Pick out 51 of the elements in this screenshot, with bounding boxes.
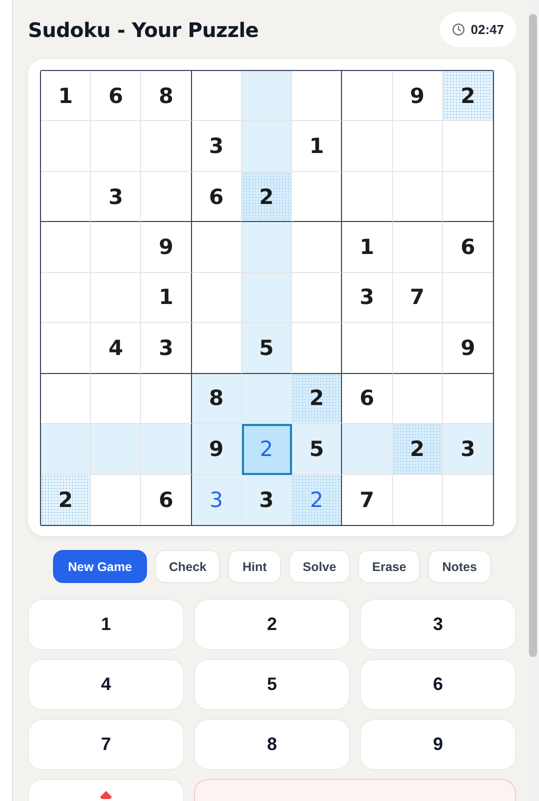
number-key[interactable]: 2: [194, 599, 350, 650]
number-key[interactable]: 3: [360, 599, 516, 650]
sudoku-cell[interactable]: 8: [141, 71, 192, 122]
action-button[interactable]: Solve: [288, 550, 350, 583]
number-key[interactable]: 6: [360, 659, 516, 710]
sudoku-cell[interactable]: 6: [91, 71, 142, 122]
number-key[interactable]: 9: [360, 719, 516, 770]
sudoku-cell[interactable]: 2: [292, 474, 342, 525]
sudoku-cell[interactable]: 3: [91, 172, 142, 222]
sudoku-cell[interactable]: 2: [442, 71, 493, 122]
sudoku-cell[interactable]: 9: [392, 71, 443, 122]
sudoku-cell[interactable]: 4: [91, 323, 142, 374]
new-game-button[interactable]: New Game: [53, 550, 147, 583]
sudoku-cell[interactable]: 5: [242, 323, 292, 374]
sudoku-cell[interactable]: 3: [192, 121, 242, 172]
sudoku-cell[interactable]: 3: [141, 323, 192, 374]
clock-icon: [452, 23, 465, 36]
sudoku-cell[interactable]: 7: [392, 272, 443, 324]
sudoku-cell[interactable]: 2: [292, 374, 342, 424]
sudoku-cell[interactable]: 9: [141, 222, 192, 273]
sudoku-cell[interactable]: 7: [342, 474, 393, 525]
number-key[interactable]: 1: [28, 599, 184, 650]
sudoku-cell[interactable]: 1: [292, 121, 342, 172]
number-key[interactable]: 7: [28, 719, 184, 770]
sudoku-cell[interactable]: 2: [41, 474, 92, 525]
sudoku-cell[interactable]: 3: [442, 424, 493, 475]
scrollbar-thumb[interactable]: [529, 14, 537, 657]
number-key[interactable]: 4: [28, 659, 184, 710]
sudoku-cell[interactable]: 3: [242, 474, 292, 525]
sudoku-cell[interactable]: 9: [192, 424, 242, 475]
timer-badge: 02:47: [440, 12, 516, 47]
sudoku-cell[interactable]: 6: [342, 374, 393, 424]
sudoku-cell[interactable]: 2: [392, 424, 443, 475]
action-button[interactable]: Check: [154, 550, 220, 583]
sudoku-cell[interactable]: 3: [192, 474, 242, 525]
sudoku-cell[interactable]: 1: [342, 222, 393, 273]
action-button[interactable]: Hint: [228, 550, 281, 583]
sudoku-cell[interactable]: 1: [41, 71, 92, 122]
sudoku-cell[interactable]: 8: [192, 374, 242, 424]
action-button[interactable]: Erase: [358, 550, 420, 583]
number-key[interactable]: 5: [194, 659, 350, 710]
sudoku-cell[interactable]: 2: [242, 172, 292, 222]
number-key[interactable]: 8: [194, 719, 350, 770]
sudoku-cell[interactable]: 6: [192, 172, 242, 222]
action-button[interactable]: Notes: [428, 550, 491, 583]
sudoku-cell[interactable]: 2: [242, 424, 292, 475]
page-title: Sudoku - Your Puzzle: [28, 18, 259, 42]
sudoku-cell[interactable]: 5: [292, 424, 342, 475]
sudoku-cell[interactable]: 1: [141, 272, 192, 324]
sudoku-cell[interactable]: 3: [342, 272, 393, 324]
sudoku-cell[interactable]: 6: [141, 474, 192, 525]
